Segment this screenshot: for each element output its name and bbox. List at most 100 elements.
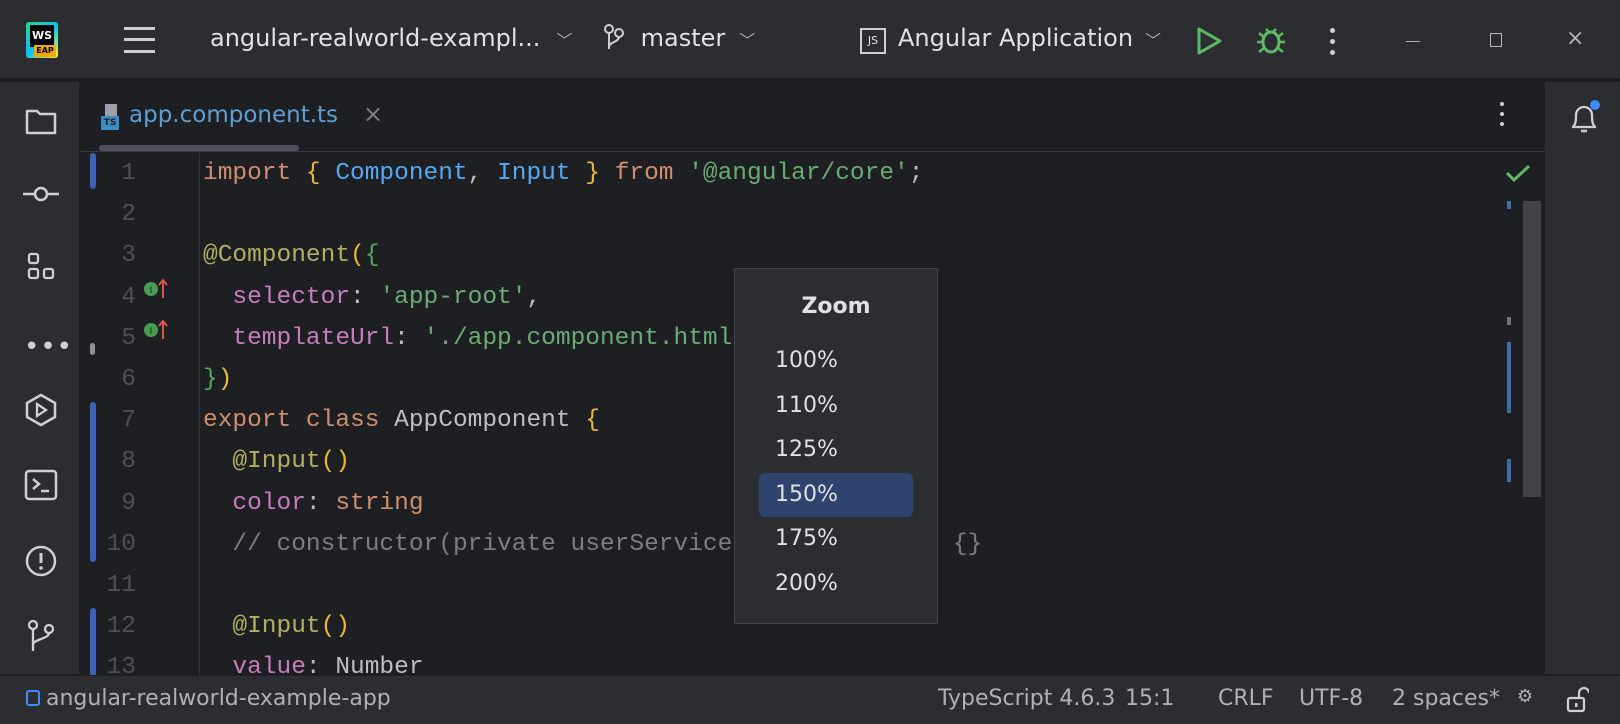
scroll-marker	[1507, 317, 1511, 325]
code-text: color: string	[203, 483, 424, 524]
svg-text:I: I	[150, 286, 153, 296]
code-token: ()	[320, 613, 351, 641]
problems-icon[interactable]	[24, 544, 58, 578]
status-bar: angular-realworld-example-app TypeScript…	[0, 675, 1620, 724]
implements-marker-icon[interactable]: I	[143, 277, 169, 299]
line-number[interactable]: 3	[81, 235, 136, 276]
line-number[interactable]: 7	[81, 400, 136, 441]
notifications-bell-icon[interactable]	[1566, 100, 1602, 136]
project-selector[interactable]: angular-realworld-exampl... ﹀	[210, 24, 572, 52]
line-number[interactable]: 6	[81, 359, 136, 400]
code-token: 'app-root'	[379, 283, 527, 311]
services-icon[interactable]	[24, 393, 58, 427]
tab-app-component-ts[interactable]: TS app.component.ts ×	[99, 82, 389, 152]
line-separator[interactable]: CRLF	[1218, 686, 1274, 711]
module-icon	[26, 690, 40, 706]
zoom-option-100[interactable]: 100%	[759, 339, 913, 383]
main-menu-icon[interactable]	[124, 27, 155, 53]
terminal-icon[interactable]	[24, 469, 58, 501]
commit-icon[interactable]	[23, 186, 59, 202]
debug-icon[interactable]	[1255, 24, 1287, 56]
more-tool-windows-icon[interactable]: •••	[24, 332, 73, 362]
project-name: angular-realworld-example-app	[46, 686, 391, 711]
code-token: AppComponent	[394, 407, 586, 435]
line-number[interactable]: 5	[81, 318, 136, 359]
code-token: @Input	[232, 613, 321, 641]
project-folder-icon[interactable]	[25, 107, 57, 135]
run-icon[interactable]	[1195, 26, 1223, 56]
readonly-lock-icon[interactable]	[1565, 687, 1589, 713]
close-tab-icon[interactable]: ×	[363, 100, 383, 128]
line-number[interactable]: 4	[81, 277, 136, 318]
zoom-option-110[interactable]: 110%	[759, 384, 913, 428]
code-token: string	[335, 489, 424, 517]
no-problems-check-icon[interactable]	[1505, 163, 1531, 183]
code-token: ,	[526, 283, 542, 311]
code-token: Component	[335, 160, 468, 187]
code-token: :	[350, 283, 380, 311]
file-encoding[interactable]: UTF-8	[1299, 686, 1363, 711]
svg-text:I: I	[150, 327, 153, 337]
code-token: )	[217, 366, 233, 393]
chevron-down-icon: ﹀	[739, 31, 756, 50]
line-number[interactable]: 12	[81, 606, 136, 647]
code-token: {	[305, 160, 336, 187]
run-config-selector[interactable]: JS Angular Application ﹀	[860, 24, 1161, 54]
line-number[interactable]: 10	[81, 524, 136, 565]
chevron-down-icon: ﹀	[556, 31, 573, 50]
webstorm-logo[interactable]: WS EAP	[26, 22, 58, 58]
code-token: :	[305, 654, 336, 675]
code-token: @Input	[232, 448, 321, 476]
line-number[interactable]: 9	[81, 483, 136, 524]
language-version[interactable]: TypeScript 4.6.3	[938, 686, 1115, 711]
maximize-button[interactable]	[1490, 33, 1502, 47]
scroll-marker	[1507, 459, 1511, 482]
code-token: Input	[497, 160, 571, 187]
line-number[interactable]: 13	[81, 647, 136, 675]
more-actions-icon[interactable]	[1330, 28, 1336, 55]
tab-scroll-indicator[interactable]	[99, 145, 299, 151]
vertical-scrollbar[interactable]	[1523, 201, 1541, 497]
code-token: ()	[320, 448, 351, 476]
code-text: selector: 'app-root',	[203, 277, 541, 318]
minimize-button[interactable]	[1406, 41, 1420, 42]
code-text: @Input()	[203, 606, 350, 647]
run-config-name: Angular Application	[898, 24, 1134, 52]
tab-options-icon[interactable]	[1500, 102, 1504, 126]
code-text: @Component({	[203, 235, 379, 276]
caret-position[interactable]: 15:1	[1125, 686, 1174, 711]
code-text: })	[203, 359, 232, 400]
code-line[interactable]: 13 value: Number	[81, 647, 1481, 675]
code-line[interactable]: 2	[81, 194, 1481, 235]
zoom-option-175[interactable]: 175%	[759, 517, 913, 561]
branch-selector[interactable]: master ﹀	[603, 24, 755, 52]
project-status[interactable]: angular-realworld-example-app	[26, 686, 391, 711]
code-token: :	[394, 324, 424, 352]
tool-window-bar-left: •••	[0, 82, 80, 674]
code-line[interactable]: 1 import { Component, Input } from '@angu…	[81, 153, 1481, 194]
zoom-option-125[interactable]: 125%	[759, 428, 913, 472]
code-token: ;	[908, 160, 924, 187]
scroll-marker	[1507, 342, 1511, 413]
indent-settings-icon: ⚙	[1517, 686, 1534, 707]
code-token: './app.component.html'	[423, 324, 747, 352]
line-number[interactable]: 1	[81, 153, 136, 194]
code-text: value: Number	[203, 647, 423, 675]
zoom-option-150[interactable]: 150%	[759, 472, 913, 517]
zoom-option-200[interactable]: 200%	[759, 562, 913, 606]
code-token: }	[203, 366, 218, 393]
structure-icon[interactable]	[26, 252, 56, 282]
line-number[interactable]: 8	[81, 441, 136, 482]
chevron-down-icon: ﹀	[1145, 31, 1162, 50]
indent-settings[interactable]: 2 spaces*	[1392, 686, 1500, 711]
implements-marker-icon[interactable]: I	[143, 318, 169, 340]
code-token: value	[232, 654, 306, 675]
line-number[interactable]: 11	[81, 565, 136, 606]
close-window-button[interactable]: ×	[1566, 26, 1584, 51]
line-number[interactable]: 2	[81, 194, 136, 235]
git-icon[interactable]	[26, 619, 56, 653]
